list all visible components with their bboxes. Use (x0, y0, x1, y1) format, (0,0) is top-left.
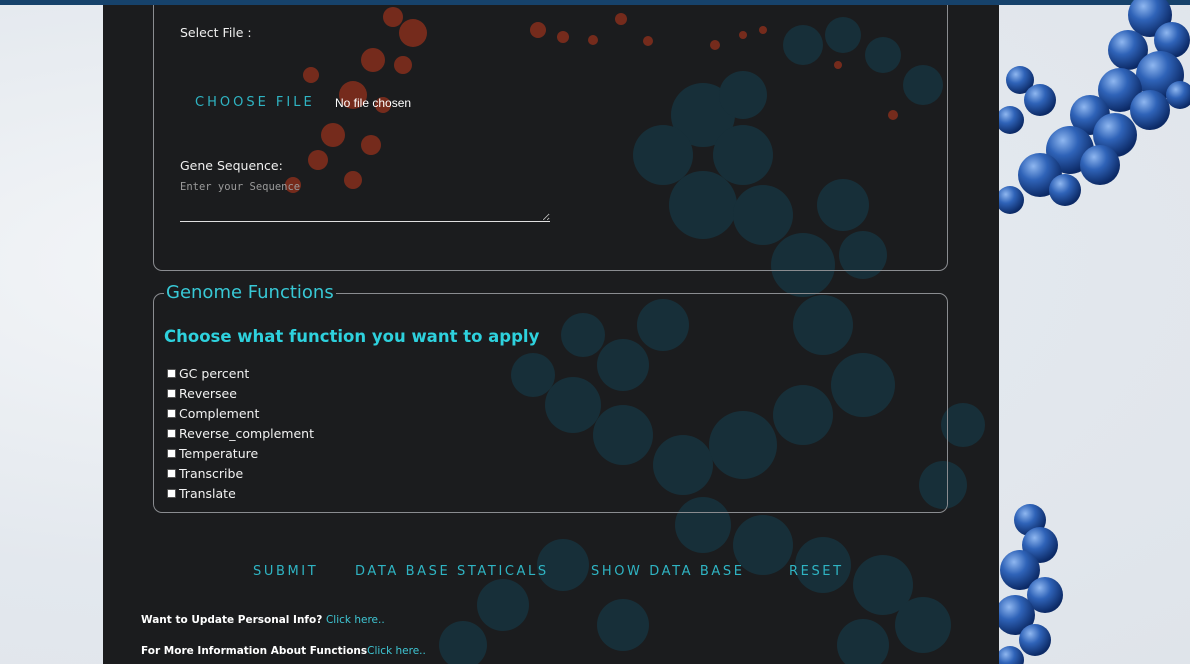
submit-button[interactable]: SUBMIT (253, 564, 318, 579)
option-label: Temperature (179, 445, 259, 461)
functions-info-line: For More Information About FunctionsClic… (141, 645, 426, 657)
checkbox-reverse-complement[interactable] (167, 428, 176, 438)
choose-file-button[interactable]: CHOOSE FILE (195, 95, 315, 110)
option-label: GC percent (179, 365, 250, 381)
option-transcribe[interactable]: Transcribe (167, 463, 314, 483)
reset-button[interactable]: RESET (789, 564, 844, 579)
function-options: GC percent Reversee Complement Reverse_c… (167, 363, 314, 503)
option-label: Translate (179, 485, 236, 501)
checkbox-complement[interactable] (167, 408, 176, 418)
main-panel: Select File : CHOOSE FILE No file chosen… (103, 5, 999, 664)
checkbox-translate[interactable] (167, 488, 176, 498)
upload-fieldset (153, 5, 948, 271)
option-label: Reversee (179, 385, 237, 401)
gene-sequence-label: Gene Sequence: (180, 158, 283, 173)
update-info-link[interactable]: Click here.. (326, 614, 385, 626)
option-reverse[interactable]: Reversee (167, 383, 314, 403)
option-label: Complement (179, 405, 260, 421)
update-info-text: Want to Update Personal Info? (141, 614, 323, 626)
option-translate[interactable]: Translate (167, 483, 314, 503)
show-database-button[interactable]: SHOW DATA BASE (591, 564, 745, 579)
database-statistics-button[interactable]: DATA BASE STATICALS (355, 564, 549, 579)
update-info-line: Want to Update Personal Info? Click here… (141, 614, 385, 626)
sequence-input[interactable] (180, 179, 550, 222)
option-gc-percent[interactable]: GC percent (167, 363, 314, 383)
select-file-label: Select File : (180, 25, 252, 40)
checkbox-temperature[interactable] (167, 448, 176, 458)
functions-info-link[interactable]: Click here.. (367, 645, 426, 657)
option-label: Reverse_complement (179, 425, 314, 441)
option-reverse-complement[interactable]: Reverse_complement (167, 423, 314, 443)
option-label: Transcribe (179, 465, 244, 481)
option-temperature[interactable]: Temperature (167, 443, 314, 463)
checkbox-gc-percent[interactable] (167, 368, 176, 378)
checkbox-transcribe[interactable] (167, 468, 176, 478)
checkbox-reverse[interactable] (167, 388, 176, 398)
option-complement[interactable]: Complement (167, 403, 314, 423)
file-status-text: No file chosen (335, 96, 412, 110)
genome-functions-legend: Genome Functions (164, 282, 336, 303)
functions-info-text: For More Information About Functions (141, 645, 368, 657)
function-heading: Choose what function you want to apply (164, 327, 540, 346)
